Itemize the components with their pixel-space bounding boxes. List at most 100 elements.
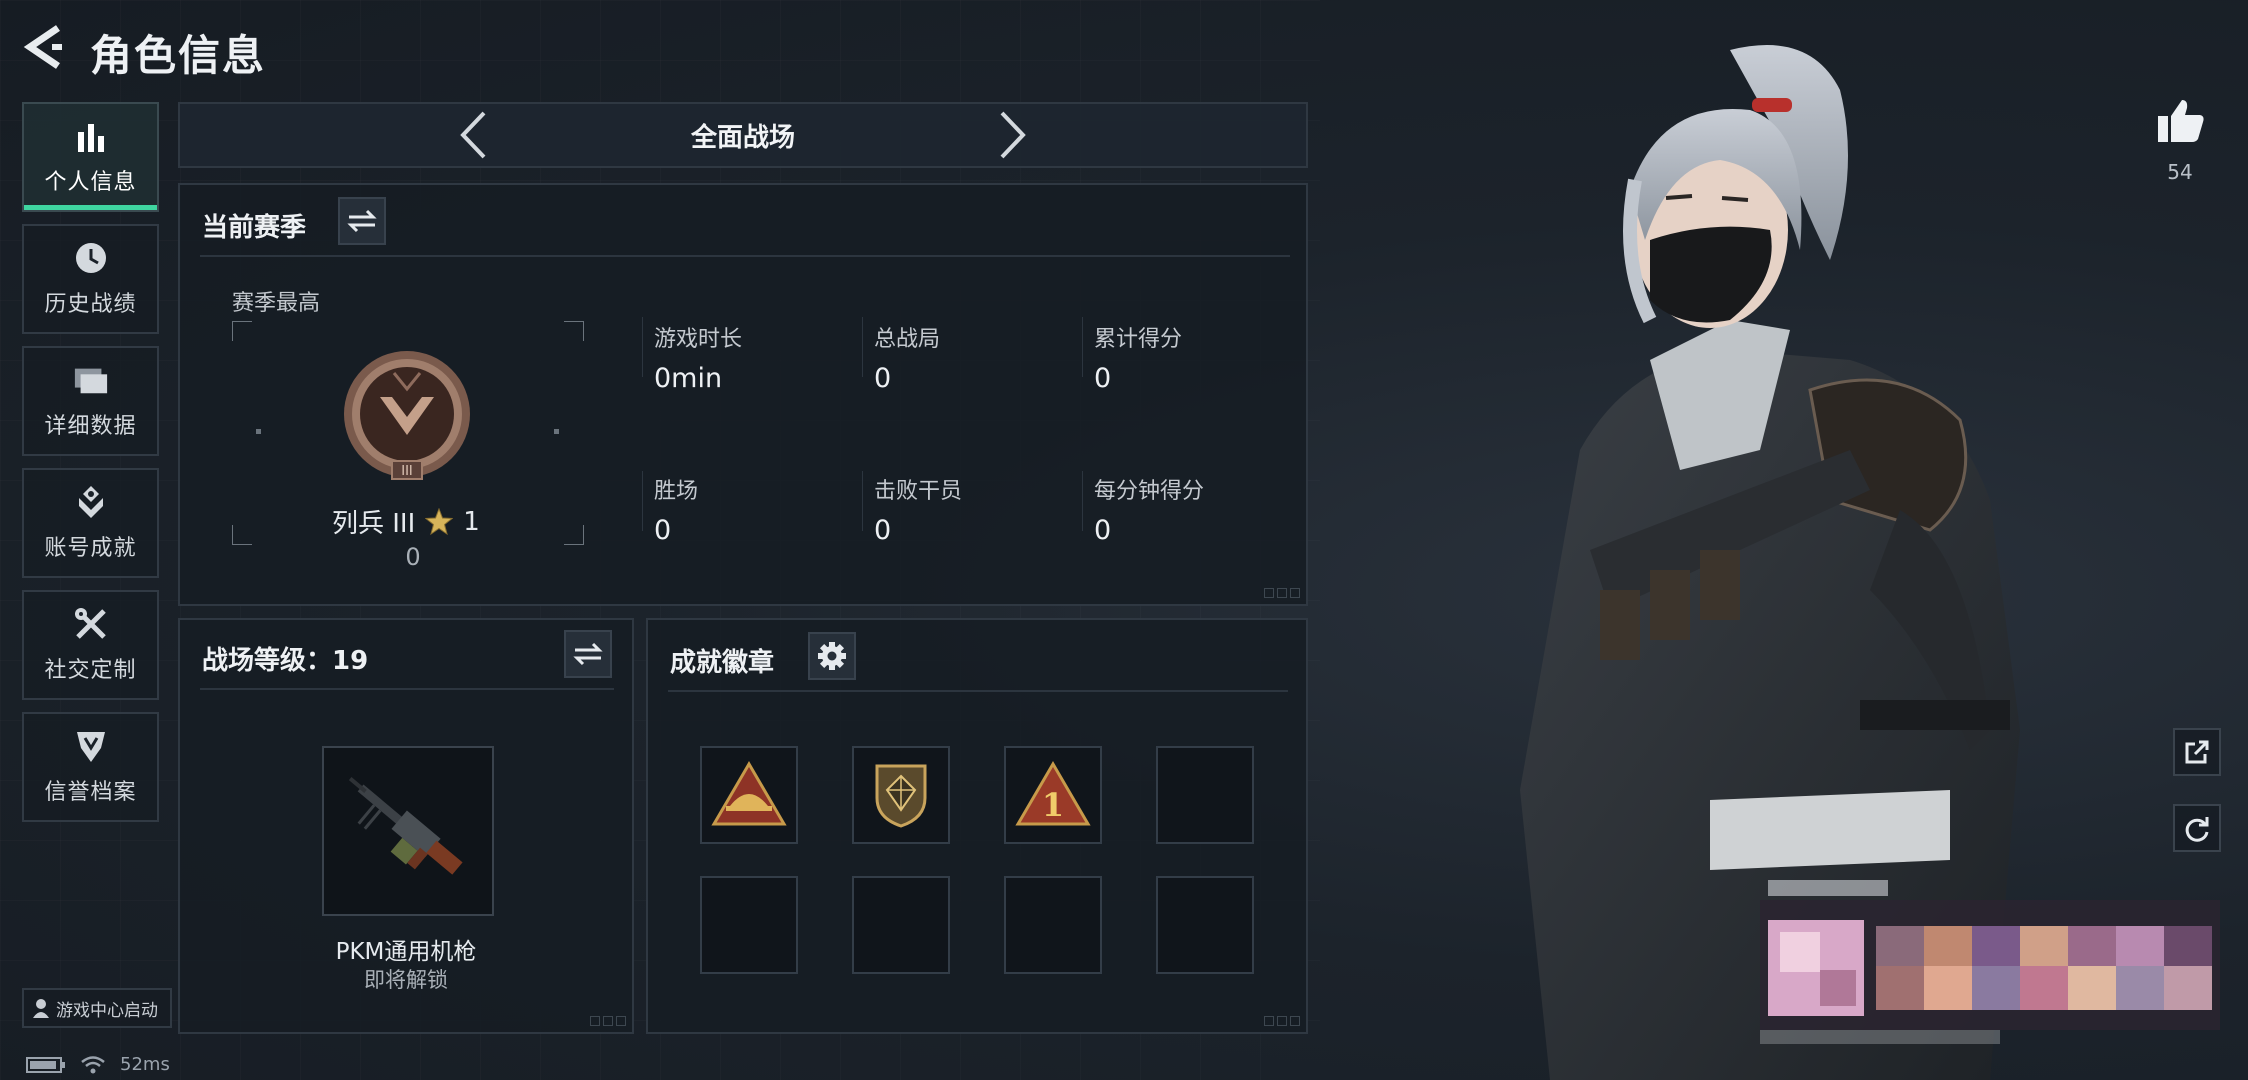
folder-icon (73, 362, 109, 398)
panel-corner-decor (1264, 588, 1300, 598)
stat-value-wins: 0 (654, 515, 672, 546)
badge-slot[interactable] (852, 746, 950, 844)
bar-chart-icon (73, 118, 109, 154)
sidebar-item-label: 账号成就 (44, 536, 137, 561)
svg-text:III: III (401, 464, 413, 479)
share-icon (2185, 740, 2209, 764)
sidebar-item-label: 详细数据 (44, 414, 137, 439)
swap-icon (347, 209, 377, 233)
number-one-badge-icon: 1 (1015, 761, 1091, 826)
rank-stars: 1 (463, 506, 480, 537)
badge-slot[interactable]: 1 (1004, 746, 1102, 844)
sidebar-item-label: 信誉档案 (44, 780, 137, 805)
achievement-icon (73, 484, 109, 520)
rank-points: 0 (405, 543, 421, 571)
rank-emblem-icon: III (344, 351, 470, 480)
divider (668, 690, 1288, 692)
weapon-status: 即将解锁 (364, 968, 448, 992)
sidebar-item-achievements[interactable]: 账号成就 (22, 468, 159, 578)
chevron-right-icon (1000, 111, 1026, 159)
svg-text:1: 1 (1042, 786, 1064, 824)
shield-gem-badge-icon (875, 764, 927, 828)
sidebar-item-label: 社交定制 (44, 658, 137, 683)
sidebar-item-history[interactable]: 历史战绩 (22, 224, 159, 334)
stat-value-kills: 0 (874, 515, 892, 546)
divider (200, 688, 614, 690)
stat-label-score-per-minute: 每分钟得分 (1094, 479, 1205, 504)
share-button[interactable] (2173, 728, 2221, 776)
stat-label-playtime: 游戏时长 (654, 327, 743, 352)
like-count: 54 (2167, 160, 2193, 184)
divider (200, 255, 1290, 257)
page-title: 角色信息 (90, 31, 267, 80)
weapon-card[interactable] (322, 746, 494, 916)
panel-corner-decor (1264, 1016, 1300, 1026)
sidebar-item-credit[interactable]: 信誉档案 (22, 712, 159, 822)
launch-label: 游戏中心启动 (56, 1000, 158, 1021)
mode-next-button[interactable] (993, 109, 1033, 161)
rotate-icon (2185, 817, 2209, 842)
stat-divider (862, 471, 863, 531)
mode-selector: 全面战场 (178, 102, 1308, 168)
wifi-icon (81, 1055, 105, 1073)
mode-prev-button[interactable] (453, 109, 493, 161)
rank-name: 列兵 III (332, 509, 416, 539)
badge-slot-empty[interactable] (1156, 876, 1254, 974)
stat-divider (642, 317, 643, 377)
stat-divider (1082, 471, 1083, 531)
stat-value-total-score: 0 (1094, 363, 1112, 394)
season-best-label: 赛季最高 (232, 291, 321, 316)
back-arrow-icon[interactable] (22, 22, 66, 72)
star-icon (425, 507, 454, 535)
tools-icon (73, 606, 109, 642)
stat-label-total-matches: 总战局 (874, 327, 941, 352)
stat-value-total-matches: 0 (874, 363, 892, 394)
battlefield-level-title: 战场等级：19 (202, 646, 369, 676)
stat-divider (642, 471, 643, 531)
game-center-launch-button[interactable]: 游戏中心启动 (22, 988, 172, 1028)
stat-value-score-per-minute: 0 (1094, 515, 1112, 546)
stat-divider (862, 317, 863, 377)
shield-icon (73, 728, 109, 764)
gear-icon (818, 642, 846, 670)
badge-slot[interactable] (700, 746, 798, 844)
badge-slot-empty[interactable] (1004, 876, 1102, 974)
sidebar: 个人信息 历史战绩 详细数据 账号成就 社交定制 信誉档案 (22, 102, 160, 834)
sidebar-item-social[interactable]: 社交定制 (22, 590, 159, 700)
season-title: 当前赛季 (202, 213, 307, 243)
sidebar-item-label: 个人信息 (44, 170, 137, 195)
stat-label-wins: 胜场 (654, 479, 699, 504)
mode-label: 全面战场 (690, 122, 795, 153)
ping-value: 52ms (120, 1054, 170, 1075)
battlefield-level-panel: 战场等级：19 PKM通用机枪 即将解锁 (178, 618, 634, 1034)
stat-label-kills: 击败干员 (874, 479, 963, 504)
weapon-name: PKM通用机枪 (335, 939, 477, 965)
stat-divider (1082, 317, 1083, 377)
stat-label-total-score: 累计得分 (1094, 327, 1183, 352)
stat-value-playtime: 0min (654, 363, 723, 394)
badge-slot-empty[interactable] (700, 876, 798, 974)
pixelated-player-card (1760, 880, 2220, 1044)
rank-row: 列兵 III 1 (332, 503, 480, 540)
badges-settings-button[interactable] (808, 632, 856, 680)
machine-gun-icon (348, 777, 463, 875)
battery-icon (26, 1056, 65, 1073)
clock-icon (73, 240, 109, 276)
sidebar-item-detail-data[interactable]: 详细数据 (22, 346, 159, 456)
chevron-left-icon (460, 111, 486, 159)
season-switch-button[interactable] (338, 197, 386, 245)
battlefield-switch-button[interactable] (564, 630, 612, 678)
season-panel: 当前赛季 赛季最高 III 列兵 III 1 0 游戏时长 0min 总战局 0… (178, 183, 1308, 606)
user-icon (33, 999, 49, 1018)
badge-slot-empty[interactable] (1156, 746, 1254, 844)
panel-corner-decor (590, 1016, 626, 1026)
achievement-badges-panel: 成就徽章 1 (646, 618, 1308, 1034)
sidebar-item-label: 历史战绩 (44, 292, 137, 317)
badges-title: 成就徽章 (670, 648, 775, 678)
sidebar-item-personal-info[interactable]: 个人信息 (22, 102, 159, 212)
hat-triangle-badge-icon (711, 761, 787, 826)
thumbs-up-icon[interactable] (2156, 96, 2206, 146)
rotate-button[interactable] (2173, 804, 2221, 852)
badge-slot-empty[interactable] (852, 876, 950, 974)
swap-icon (573, 642, 603, 666)
